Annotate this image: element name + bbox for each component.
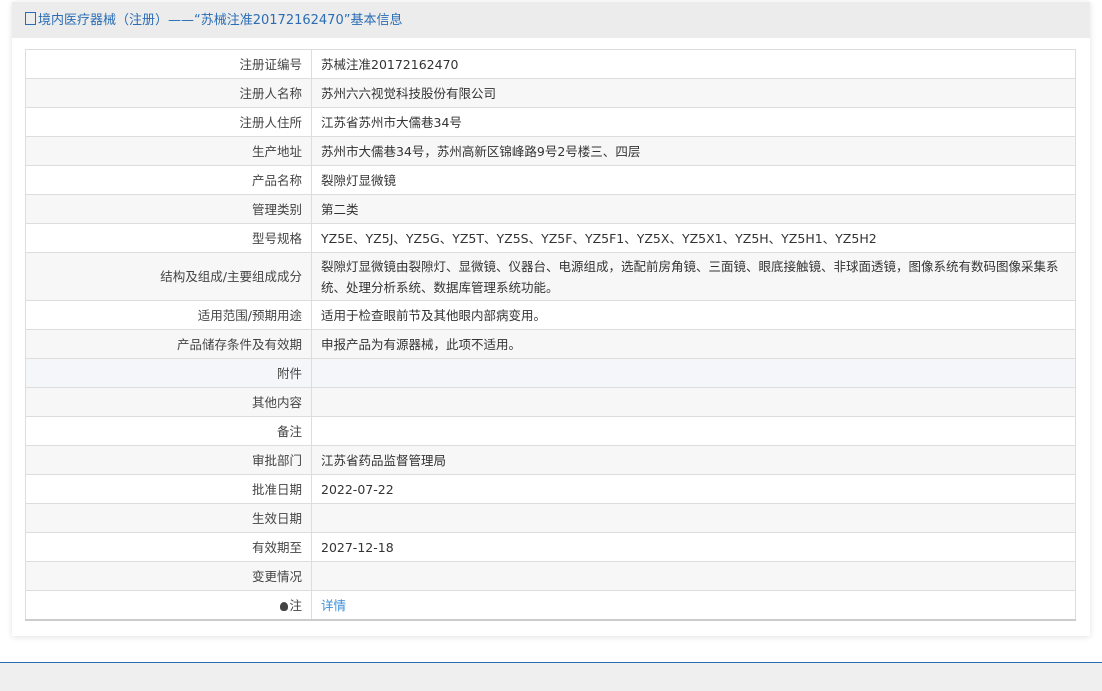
row-label: 附件 (25, 358, 312, 388)
row-value (311, 416, 1076, 446)
table-row: 注册证编号 苏械注准20172162470 (25, 49, 1076, 79)
note-row: 注 详情 (25, 590, 1076, 621)
table-row: 有效期至 2027-12-18 (25, 532, 1076, 562)
row-label: 注册证编号 (25, 49, 312, 79)
row-label: 生产地址 (25, 136, 312, 166)
row-label: 产品名称 (25, 165, 312, 195)
row-value: 裂隙灯显微镜由裂隙灯、显微镜、仪器台、电源组成，选配前房角镜、三面镜、眼底接触镜… (311, 252, 1076, 301)
row-value: 2022-07-22 (311, 474, 1076, 504)
table-row: 备注 (25, 416, 1076, 446)
page-title: 境内医疗器械（注册）——“苏械注准20172162470”基本信息 (38, 13, 403, 28)
table-row: 其他内容 (25, 387, 1076, 417)
table-row: 附件 (25, 358, 1076, 388)
document-icon (25, 12, 36, 25)
row-value: 苏州六六视觉科技股份有限公司 (311, 78, 1076, 108)
table-row: 注册人名称 苏州六六视觉科技股份有限公司 (25, 78, 1076, 108)
row-value: 2027-12-18 (311, 532, 1076, 562)
table-row: 注册人住所 江苏省苏州市大儒巷34号 (25, 107, 1076, 137)
row-label: 生效日期 (25, 503, 312, 533)
row-value (311, 358, 1076, 388)
note-value: 详情 (311, 590, 1076, 621)
row-label: 管理类别 (25, 194, 312, 224)
table-row: 管理类别 第二类 (25, 194, 1076, 224)
table-row: 结构及组成/主要组成成分 裂隙灯显微镜由裂隙灯、显微镜、仪器台、电源组成，选配前房… (25, 252, 1076, 301)
note-label: 注 (289, 597, 302, 613)
row-value (311, 387, 1076, 417)
lightbulb-icon (280, 601, 289, 611)
row-value: 申报产品为有源器械，此项不适用。 (311, 329, 1076, 359)
row-label: 型号规格 (25, 223, 312, 253)
info-table: 注册证编号 苏械注准20172162470 注册人名称 苏州六六视觉科技股份有限公司注… (25, 49, 1076, 621)
row-label: 产品储存条件及有效期 (25, 329, 312, 359)
row-label: 注册人住所 (25, 107, 312, 137)
row-label: 变更情况 (25, 561, 312, 591)
row-value: 江苏省苏州市大儒巷34号 (311, 107, 1076, 137)
table-row: 变更情况 (25, 561, 1076, 591)
panel-header: 境内医疗器械（注册）——“苏械注准20172162470”基本信息 (12, 2, 1090, 38)
row-value (311, 561, 1076, 591)
row-label: 结构及组成/主要组成成分 (25, 252, 312, 301)
row-value (311, 503, 1076, 533)
row-label: 适用范围/预期用途 (25, 300, 312, 330)
note-label-cell: 注 (25, 590, 312, 621)
row-label: 审批部门 (25, 445, 312, 475)
row-value: 裂隙灯显微镜 (311, 165, 1076, 195)
row-value: 苏州市大儒巷34号，苏州高新区锦峰路9号2号楼三、四层 (311, 136, 1076, 166)
row-label: 备注 (25, 416, 312, 446)
table-row: 生产地址 苏州市大儒巷34号，苏州高新区锦峰路9号2号楼三、四层 (25, 136, 1076, 166)
table-row: 生效日期 (25, 503, 1076, 533)
row-label: 有效期至 (25, 532, 312, 562)
row-value: YZ5E、YZ5J、YZ5G、YZ5T、YZ5S、YZ5F、YZ5F1、YZ5X… (311, 223, 1076, 253)
table-row: 批准日期 2022-07-22 (25, 474, 1076, 504)
details-link[interactable]: 详情 (321, 598, 346, 613)
table-row: 审批部门 江苏省药品监督管理局 (25, 445, 1076, 475)
row-value: 苏械注准20172162470 (311, 49, 1076, 79)
table-row: 型号规格 YZ5E、YZ5J、YZ5G、YZ5T、YZ5S、YZ5F、YZ5F1、… (25, 223, 1076, 253)
row-label: 注册人名称 (25, 78, 312, 108)
row-label: 其他内容 (25, 387, 312, 417)
footer (0, 662, 1102, 691)
row-value: 适用于检查眼前节及其他眼内部病变用。 (311, 300, 1076, 330)
row-value: 江苏省药品监督管理局 (311, 445, 1076, 475)
row-label: 批准日期 (25, 474, 312, 504)
table-row: 产品储存条件及有效期 申报产品为有源器械，此项不适用。 (25, 329, 1076, 359)
row-value: 第二类 (311, 194, 1076, 224)
table-row: 产品名称 裂隙灯显微镜 (25, 165, 1076, 195)
table-row: 适用范围/预期用途 适用于检查眼前节及其他眼内部病变用。 (25, 300, 1076, 330)
info-panel: 境内医疗器械（注册）——“苏械注准20172162470”基本信息 注册证编号苏… (12, 2, 1090, 636)
